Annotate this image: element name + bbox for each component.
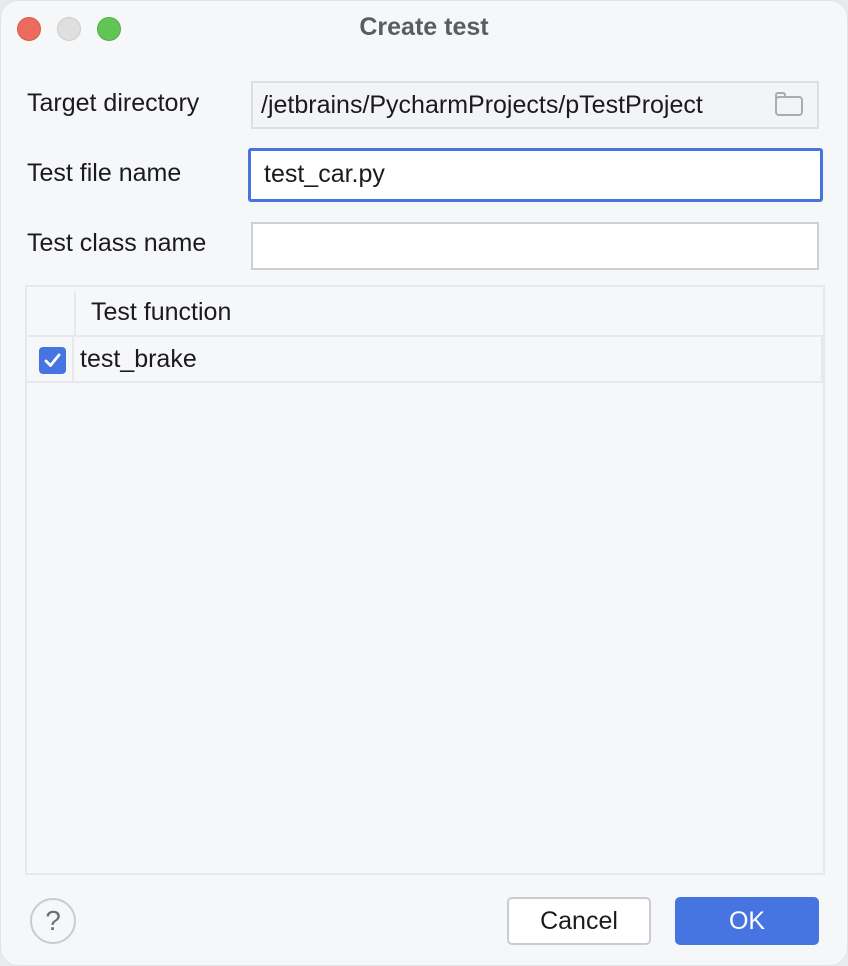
cancel-button[interactable]: Cancel (507, 897, 651, 945)
create-test-dialog: Create test Target directory /jetbrains/… (0, 0, 848, 966)
row-function-name: test_brake (80, 345, 197, 373)
table-header: Test function (27, 287, 823, 337)
table-row[interactable]: test_brake (27, 337, 823, 383)
column-divider (72, 337, 74, 381)
title-bar: Create test (1, 1, 847, 57)
column-header-test-function[interactable]: Test function (91, 298, 231, 327)
column-divider (74, 291, 76, 335)
row-right-border (821, 337, 823, 381)
dialog-title: Create test (359, 13, 489, 41)
row-checkbox[interactable] (39, 347, 66, 374)
help-button[interactable]: ? (30, 898, 76, 944)
test-class-name-input[interactable] (251, 222, 819, 270)
test-function-table: Test function test_brake (25, 285, 825, 875)
target-directory-label: Target directory (27, 89, 200, 117)
test-file-name-input[interactable]: test_car.py (248, 148, 823, 202)
folder-icon[interactable] (775, 92, 803, 116)
test-class-name-label: Test class name (27, 229, 207, 257)
test-file-name-label: Test file name (27, 159, 182, 187)
ok-button[interactable]: OK (675, 897, 819, 945)
question-mark-icon: ? (45, 905, 61, 936)
checkmark-icon (44, 353, 61, 367)
target-directory-field[interactable]: /jetbrains/PycharmProjects/pTestProject (251, 81, 819, 129)
target-directory-value: /jetbrains/PycharmProjects/pTestProject (261, 91, 703, 119)
